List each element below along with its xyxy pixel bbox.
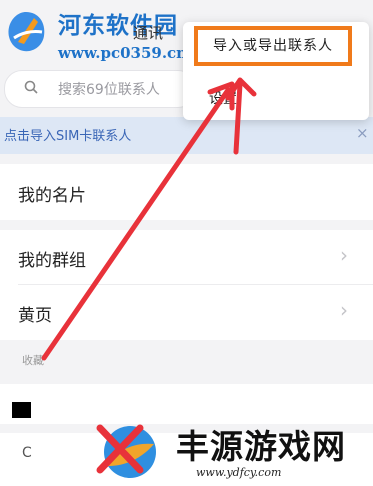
my-groups-label[interactable]: 我的群组 [18,246,86,271]
avatar [12,402,31,418]
search-placeholder: 搜索69位联系人 [58,82,160,98]
site-logo-icon [8,12,45,52]
watermark-bottom-title: 丰源游戏网 [176,427,346,466]
search-icon [24,80,38,94]
divider [18,284,373,285]
favorite-row[interactable] [0,384,373,424]
yellow-pages-label[interactable]: 黄页 [18,301,52,326]
index-letter: C [22,445,32,461]
watermark-bottom-url: www.ydfcy.com [196,466,282,479]
watermark-url: www.pc0359.cn [58,44,188,62]
watermark-logo-icon [96,424,156,478]
close-icon[interactable]: × [356,124,369,142]
chevron-right-icon: › [340,298,348,322]
my-card-label: 我的名片 [18,186,86,206]
page-title: 通讯 [133,24,164,42]
import-export-label[interactable]: 导入或导出联系人 [213,35,333,55]
favorites-section-label: 收藏 [22,354,44,367]
chevron-right-icon: › [340,243,348,267]
menu-item-settings[interactable]: 设置 [209,88,237,108]
sim-import-label[interactable]: 点击导入SIM卡联系人 [4,125,131,144]
